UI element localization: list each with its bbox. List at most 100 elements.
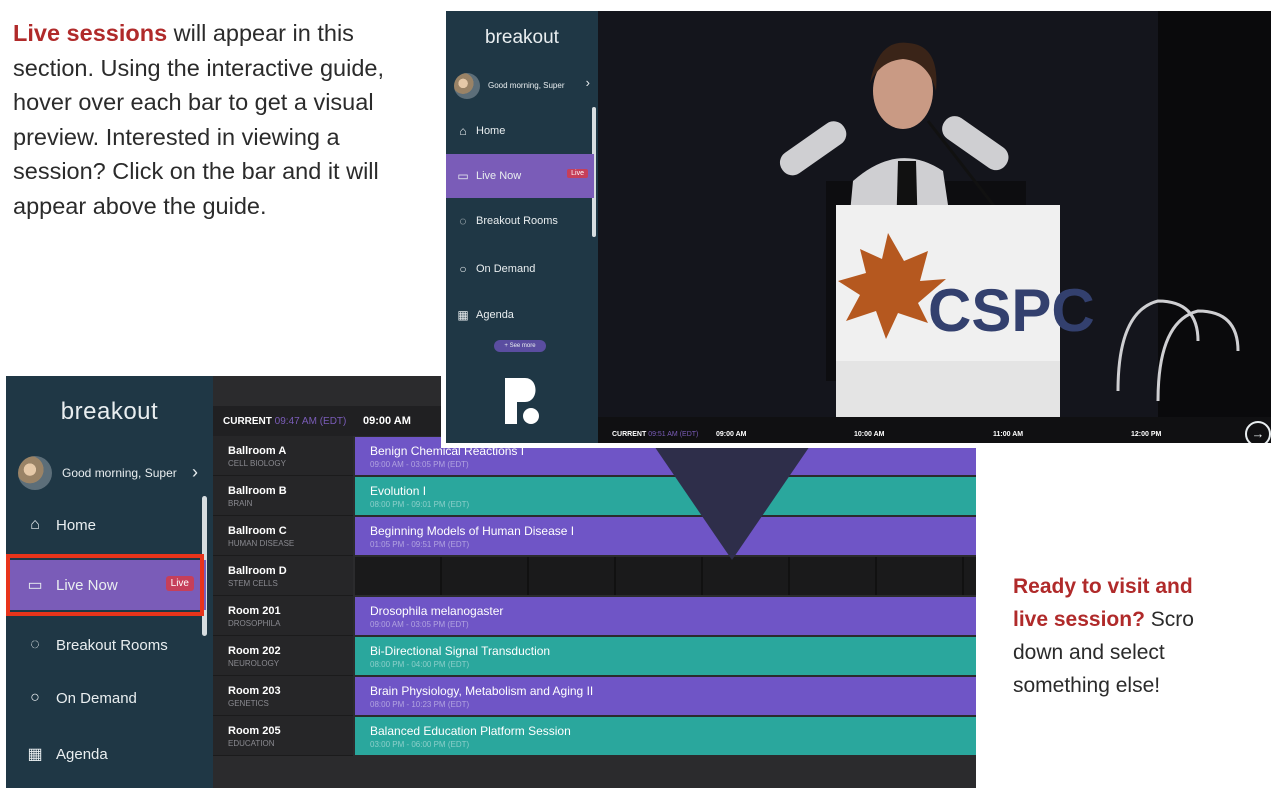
room-cell: Ballroom C HUMAN DISEASE <box>213 516 353 556</box>
sidebar-item-agenda[interactable]: ▦ Agenda <box>6 729 206 779</box>
cta-highlight-2: live session? <box>1013 608 1145 631</box>
room-name: Ballroom C <box>228 525 287 537</box>
empty-slot[interactable] <box>355 557 442 595</box>
arrow-right-circle-icon[interactable]: → <box>1245 421 1271 443</box>
schedule-row: Room 205 EDUCATION Balanced Education Pl… <box>213 716 976 756</box>
time-tick: 11:00 AM <box>993 431 1024 438</box>
empty-slot[interactable] <box>616 557 703 595</box>
schedule-row: Room 203 GENETICS Brain Physiology, Meta… <box>213 676 976 716</box>
sidebar-item-label: Home <box>476 125 506 137</box>
intro-highlight: Live sessions <box>13 20 168 46</box>
brand-logo: breakout <box>485 27 559 48</box>
room-name: Ballroom D <box>228 565 287 577</box>
room-subject: BRAIN <box>228 499 253 508</box>
user-profile[interactable]: Good morning, Super › <box>454 73 590 101</box>
session-title: Balanced Education Platform Session <box>370 724 571 738</box>
time-tick: 09:00 AM <box>363 415 411 427</box>
session-time: 08:00 PM - 09:01 PM (EDT) <box>370 500 470 509</box>
session-bar[interactable]: Brain Physiology, Metabolism and Aging I… <box>355 677 976 715</box>
sidebar-item-home[interactable]: ⌂ Home <box>6 500 206 550</box>
timeline-progress <box>598 446 1198 448</box>
empty-slot[interactable] <box>703 557 790 595</box>
chat-bubble-icon: ○ <box>30 689 40 706</box>
sidebar-item-label: Breakout Rooms <box>56 636 168 654</box>
sidebar-item-label: Live Now <box>476 170 522 182</box>
sidebar-item-label: Home <box>56 516 97 534</box>
room-cell: Ballroom D STEM CELLS <box>213 556 353 596</box>
calendar-icon: ▦ <box>27 746 43 763</box>
sidebar-item-label: On Demand <box>476 263 536 275</box>
live-badge: Live <box>567 169 588 178</box>
room-cell: Room 205 EDUCATION <box>213 716 353 756</box>
sidebar-item-label: Agenda <box>476 309 514 321</box>
home-icon: ⌂ <box>30 516 40 533</box>
current-label: CURRENT <box>612 431 647 438</box>
cta-text: Ready to visit and live session? Scro do… <box>1013 570 1276 702</box>
sidebar-item-live-now[interactable]: ▭ Live Now Live <box>446 154 594 198</box>
empty-slot[interactable] <box>877 557 964 595</box>
sidebar-item-home[interactable]: ⌂ Home <box>446 109 594 153</box>
sidebar: breakout Good morning, Super › ⌂ Home ▭ … <box>6 376 213 788</box>
session-time: 08:00 PM - 10:23 PM (EDT) <box>370 700 470 709</box>
room-subject: GENETICS <box>228 699 269 708</box>
time-tick: 09:00 AM <box>716 431 747 438</box>
sidebar-item-agenda[interactable]: ▦ Agenda <box>446 293 594 337</box>
sidebar-item-label: Breakout Rooms <box>476 215 558 227</box>
cta-rest-2: Scro <box>1144 608 1194 631</box>
sidebar-item-on-demand[interactable]: ○ On Demand <box>6 673 206 723</box>
empty-slot[interactable] <box>442 557 529 595</box>
session-bar[interactable]: Drosophila melanogaster 09:00 AM - 03:05… <box>355 597 976 635</box>
room-subject: CELL BIOLOGY <box>228 459 286 468</box>
room-name: Room 202 <box>228 645 281 657</box>
current-time-value: 09:51 AM (EDT) <box>648 431 699 438</box>
empty-slot-row <box>355 557 976 595</box>
schedule-row: Ballroom B BRAIN Evolution I 08:00 PM - … <box>213 476 976 516</box>
see-more-button[interactable]: + See more <box>494 340 546 352</box>
schedule-row: Room 202 NEUROLOGY Bi-Directional Signal… <box>213 636 976 676</box>
session-time: 09:00 AM - 03:05 PM (EDT) <box>370 460 469 469</box>
room-name: Room 203 <box>228 685 281 697</box>
sidebar: breakout Good morning, Super › ⌂ Home ▭ … <box>446 11 598 443</box>
chat-bubbles-icon: ◌ <box>459 214 467 228</box>
schedule-row: Ballroom C HUMAN DISEASE Beginning Model… <box>213 516 976 556</box>
current-time: CURRENT 09:47 AM (EDT) <box>223 416 346 427</box>
intro-text: Live sessions will appear in this sectio… <box>13 16 408 223</box>
session-bar[interactable]: Balanced Education Platform Session 03:0… <box>355 717 976 755</box>
sidebar-item-breakout-rooms[interactable]: ◌ Breakout Rooms <box>6 620 206 670</box>
sidebar-item-breakout-rooms[interactable]: ◌ Breakout Rooms <box>446 199 594 243</box>
brand-logo: breakout <box>60 398 159 425</box>
room-name: Room 205 <box>228 725 281 737</box>
empty-slot[interactable] <box>790 557 877 595</box>
chevron-right-icon: › <box>585 75 590 90</box>
current-label: CURRENT <box>223 416 272 427</box>
session-title: Brain Physiology, Metabolism and Aging I… <box>370 684 594 698</box>
session-bar[interactable]: Bi-Directional Signal Transduction 08:00… <box>355 637 976 675</box>
session-title: Drosophila melanogaster <box>370 604 504 618</box>
chat-bubbles-icon: ◌ <box>30 636 40 653</box>
player-timebar: CURRENT 09:51 AM (EDT) 09:00 AM 10:00 AM… <box>598 417 1271 448</box>
sidebar-item-label: Agenda <box>56 745 108 763</box>
room-subject: EDUCATION <box>228 739 275 748</box>
video-player[interactable]: CSPC <box>598 11 1271 417</box>
time-tick: 12:00 PM <box>1131 431 1162 438</box>
pointer-triangle <box>650 440 814 560</box>
sidebar-item-on-demand[interactable]: ○ On Demand <box>446 247 594 291</box>
room-subject: STEM CELLS <box>228 579 278 588</box>
room-cell: Ballroom B BRAIN <box>213 476 353 516</box>
sidebar-item-label: On Demand <box>56 689 137 707</box>
intro-body: will appear in this section. Using the i… <box>13 20 384 219</box>
room-cell: Room 203 GENETICS <box>213 676 353 716</box>
live-now-highlight-box <box>6 554 204 616</box>
empty-slot[interactable] <box>529 557 616 595</box>
calendar-icon: ▦ <box>457 308 469 322</box>
room-name: Ballroom B <box>228 485 287 497</box>
user-profile[interactable]: Good morning, Super › <box>18 456 198 492</box>
cta-line-4: something else! <box>1013 674 1161 697</box>
video-frame-image: CSPC <box>598 11 1271 417</box>
avatar <box>454 73 480 99</box>
greeting: Good morning, Super <box>62 466 177 480</box>
current-time: CURRENT 09:51 AM (EDT) <box>612 431 698 438</box>
session-time: 09:00 AM - 03:05 PM (EDT) <box>370 620 469 629</box>
chat-bubble-icon: ○ <box>459 262 467 276</box>
current-time-value: 09:47 AM (EDT) <box>274 416 347 427</box>
